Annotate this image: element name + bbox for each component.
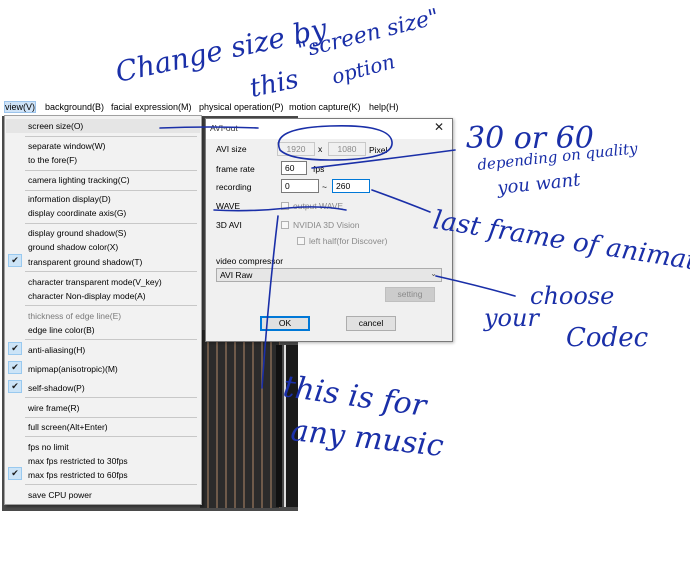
menu-item-transparent-ground-shadow[interactable]: transparent ground shadow(T) [28,257,142,267]
menu-separator [25,305,197,306]
check-icon: ✔ [8,467,22,480]
menu-item-separate-window[interactable]: separate window(W) [28,141,105,151]
menu-bar: view(V) background(B) facial expression(… [2,100,399,116]
view-menu-dropdown: screen size(O) separate window(W) to the… [4,115,202,505]
pixel-label: Pixel [369,145,388,155]
annotation-any-music: any music [289,413,445,464]
menu-separator [25,170,197,171]
range-tilde: ~ [322,182,327,192]
menu-item-max-fps-30[interactable]: max fps restricted to 30fps [28,456,128,466]
avi-height-field: 1080 [328,142,366,156]
left-half-label: left half(for Discover) [309,236,388,246]
close-icon[interactable]: ✕ [434,120,444,134]
dialog-title: AVI-out [210,123,238,133]
annotation-codec: Codec [566,323,649,353]
nvidia-3d-checkbox[interactable] [281,221,289,229]
avi-size-label: AVI size [216,144,247,154]
video-compressor-select[interactable]: AVI Raw ⌄ [216,268,442,282]
annotation-this: this [247,64,301,104]
menu-item-save-cpu-power[interactable]: save CPU power [28,490,92,500]
menu-item-character-transparent-mode[interactable]: character transparent mode(V_key) [28,277,162,287]
annotation-depending: depending on quality [477,139,639,174]
menu-item-wire-frame[interactable]: wire frame(R) [28,403,79,413]
recording-start-field[interactable]: 0 [281,179,319,193]
avi3d-label: 3D AVI [216,220,242,230]
menu-item-display-coordinate-axis[interactable]: display coordinate axis(G) [28,208,126,218]
menu-item-full-screen[interactable]: full screen(Alt+Enter) [28,422,108,432]
annotation-choose: choose [530,282,614,310]
check-icon: ✔ [8,380,22,393]
check-icon: ✔ [8,342,22,355]
menu-background[interactable]: background(B) [45,102,104,112]
annotation-last-frame: last frame of animation [431,205,690,283]
menu-motion-capture[interactable]: motion capture(K) [289,102,361,112]
avi-out-dialog: AVI-out ✕ AVI size 1920 x 1080 Pixel fra… [205,118,453,342]
annotation-your: your [483,304,540,332]
annotation-option: option [329,49,397,89]
menu-item-anti-aliasing[interactable]: anti-aliasing(H) [28,345,85,355]
menu-separator [25,339,197,340]
menu-separator [25,136,197,137]
frame-rate-label: frame rate [216,164,255,174]
menu-item-self-shadow[interactable]: self-shadow(P) [28,383,85,393]
menu-item-mipmap[interactable]: mipmap(anisotropic)(M) [28,364,118,374]
menu-separator [25,397,197,398]
annotation-this-is-for: this is for [281,369,430,424]
video-compressor-label: video compressor [216,256,284,266]
viewport-canvas [200,330,280,508]
output-wave-label: output WAVE [293,201,344,211]
annotation-change-size: Change size by [113,12,331,89]
menu-separator [25,484,197,485]
menu-item-to-the-fore[interactable]: to the fore(F) [28,155,77,165]
check-icon: ✔ [8,254,22,267]
menu-physical-operation[interactable]: physical operation(P) [199,102,284,112]
compressor-value: AVI Raw [220,270,253,280]
menu-item-information-display[interactable]: information display(D) [28,194,111,204]
setting-button: setting [385,287,435,302]
menu-help[interactable]: help(H) [369,102,399,112]
dialog-titlebar: AVI-out ✕ [206,119,452,139]
annotation-30-or-60: 30 or 60 [466,121,594,156]
annotation-you-want: you want [495,169,582,199]
menu-separator [25,417,197,418]
menu-facial-expression[interactable]: facial expression(M) [111,102,192,112]
menu-separator [25,223,197,224]
menu-item-edge-line-color[interactable]: edge line color(B) [28,325,95,335]
fps-label: fps [313,164,325,174]
viewport-scrollbar[interactable] [284,345,298,507]
menu-item-character-non-display-mode[interactable]: character Non-display mode(A) [28,291,146,301]
menu-item-thickness-of-edge-line: thickness of edge line(E) [28,311,122,321]
output-wave-checkbox[interactable] [281,202,289,210]
recording-end-field[interactable]: 260 [332,179,370,193]
menu-item-ground-shadow-color[interactable]: ground shadow color(X) [28,242,118,252]
menu-item-screen-size[interactable]: screen size(O) [28,121,83,131]
left-half-checkbox[interactable] [297,237,305,245]
ok-button[interactable]: OK [260,316,310,331]
times-label: x [318,144,323,154]
menu-item-fps-no-limit[interactable]: fps no limit [28,442,69,452]
annotation-screen-size: "screen size" [295,5,441,64]
cancel-button[interactable]: cancel [346,316,396,331]
recording-label: recording [216,182,252,192]
check-icon: ✔ [8,361,22,374]
menu-separator [25,271,197,272]
menu-separator [25,190,197,191]
chevron-down-icon: ⌄ [430,269,437,278]
nvidia-3d-label: NVIDIA 3D Vision [293,220,360,230]
menu-item-camera-lighting-tracking[interactable]: camera lighting tracking(C) [28,175,130,185]
avi-width-field: 1920 [277,142,315,156]
menu-separator [25,436,197,437]
menu-view[interactable]: view(V) [3,101,37,113]
viewport-strip [276,345,282,507]
frame-rate-field[interactable]: 60 [281,161,307,175]
menu-item-max-fps-60[interactable]: max fps restricted to 60fps [28,470,128,480]
menu-item-display-ground-shadow[interactable]: display ground shadow(S) [28,228,126,238]
wave-label: WAVE [216,201,241,211]
